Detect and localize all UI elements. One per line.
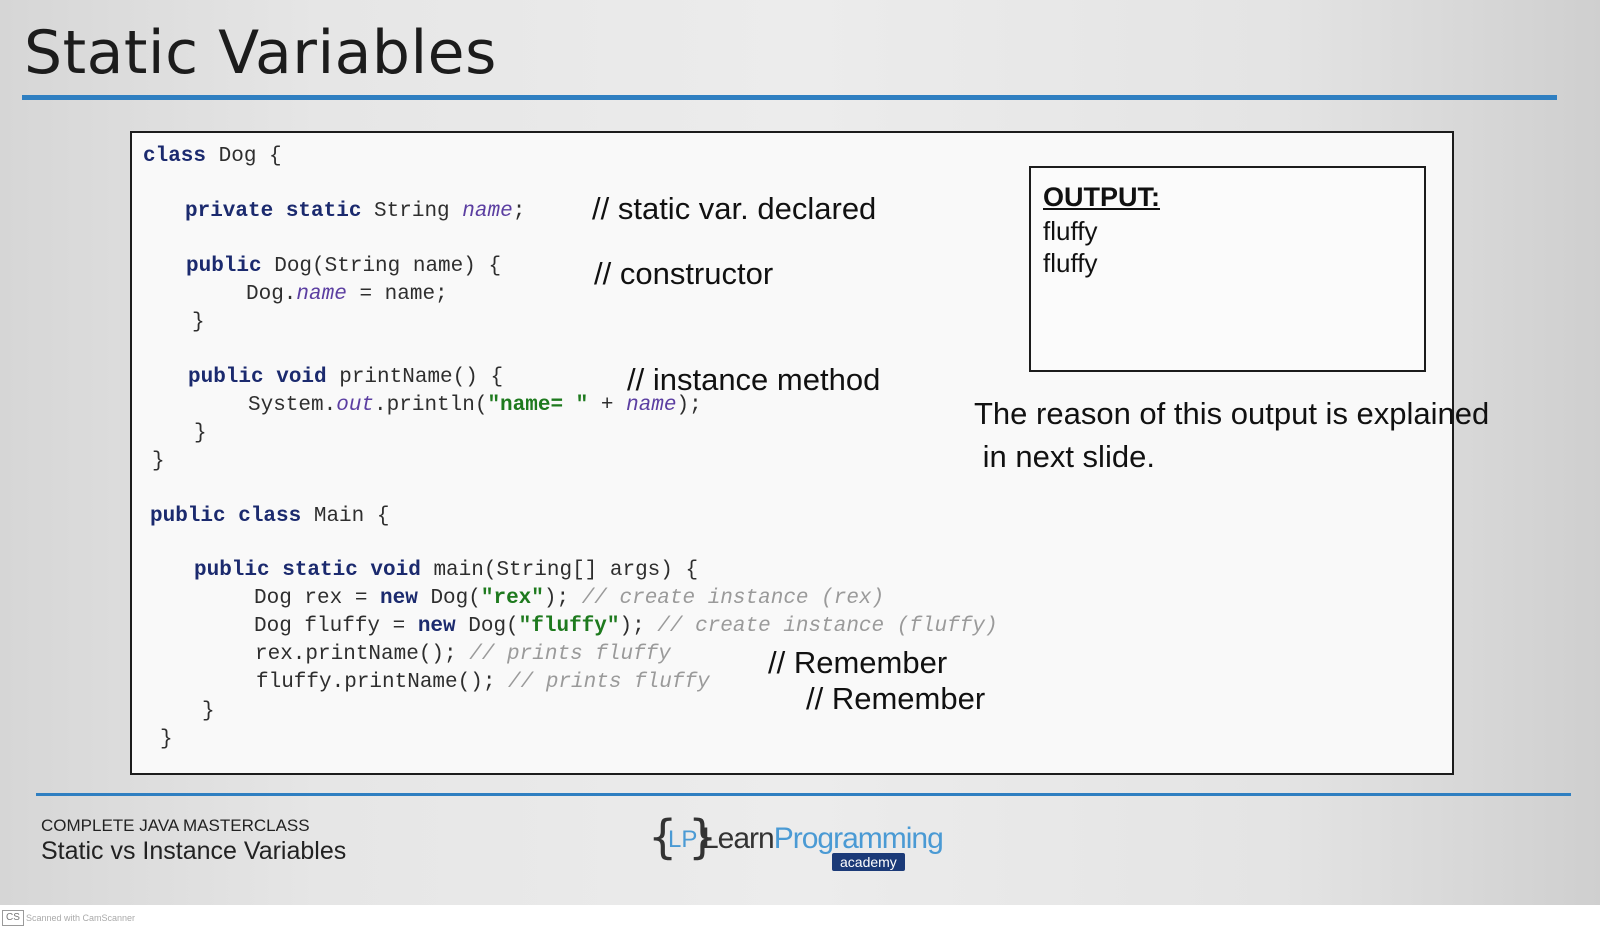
code-keyword: public xyxy=(186,255,262,278)
code-keyword: public class xyxy=(150,505,302,528)
logo-academy: academy xyxy=(832,853,905,871)
note-constructor: // constructor xyxy=(594,256,774,291)
code-text: } xyxy=(194,422,207,445)
code-line: public class Main { xyxy=(150,503,389,531)
code-text: fluffy.printName(); xyxy=(256,671,509,694)
code-field: name xyxy=(296,283,347,306)
learn-programming-logo: { LP } LearnProgramming academy xyxy=(648,810,944,874)
code-comment: // prints fluffy xyxy=(469,643,671,666)
footer-divider xyxy=(36,793,1571,796)
output-line: fluffy xyxy=(1043,248,1098,278)
code-text: Dog rex = xyxy=(254,587,381,610)
course-name: COMPLETE JAVA MASTERCLASS xyxy=(41,816,310,835)
code-text: Dog { xyxy=(206,145,282,168)
code-text: String xyxy=(361,200,463,223)
scanner-watermark: Scanned with CamScanner xyxy=(26,913,136,923)
output-title: OUTPUT: xyxy=(1043,182,1160,212)
explanation-line: The reason of this output is explained xyxy=(974,396,1490,431)
code-text: main(String[] args) { xyxy=(420,559,699,582)
code-comment: // prints fluffy xyxy=(508,671,710,694)
scanner-footer: CS Scanned with CamScanner xyxy=(0,905,1600,932)
code-line: Dog rex = new Dog("rex"); // create inst… xyxy=(254,585,884,613)
note-remember: // Remember xyxy=(806,681,986,716)
code-text: } xyxy=(202,700,215,723)
code-text: printName() { xyxy=(326,366,504,389)
output-panel: OUTPUT: fluffy fluffy xyxy=(1029,166,1426,372)
lecture-topic: Static vs Instance Variables xyxy=(41,837,347,865)
code-field: name xyxy=(462,200,513,223)
camscanner-icon: CS xyxy=(2,910,24,926)
slide-title: Static Variables xyxy=(24,18,497,88)
logo-programming: Programming xyxy=(773,822,944,855)
code-line: } xyxy=(160,726,173,754)
code-line: Dog.name = name; xyxy=(246,281,448,309)
code-line: } xyxy=(152,448,165,476)
title-divider xyxy=(22,95,1557,100)
code-line: class Dog { xyxy=(143,143,282,171)
code-line: public Dog(String name) { xyxy=(186,253,501,281)
code-keyword: new xyxy=(417,615,456,638)
code-line: rex.printName(); // prints fluffy xyxy=(255,641,671,669)
code-comment: // create instance (rex) xyxy=(581,587,885,610)
code-line: public static void main(String[] args) { xyxy=(194,557,698,585)
code-line: } xyxy=(192,309,205,337)
code-keyword: public void xyxy=(188,366,327,389)
logo-learn: Learn xyxy=(702,822,775,855)
code-line: } xyxy=(194,420,207,448)
code-line: } xyxy=(202,698,215,726)
code-text: Dog( xyxy=(455,615,519,638)
note-static-var: // static var. declared xyxy=(592,191,877,226)
note-instance-method: // instance method xyxy=(627,362,881,397)
code-text: Dog. xyxy=(246,283,297,306)
code-keyword: private static xyxy=(185,200,362,223)
code-line: fluffy.printName(); // prints fluffy xyxy=(256,669,710,697)
code-keyword: class xyxy=(143,145,207,168)
code-text: rex.printName(); xyxy=(255,643,470,666)
code-text: } xyxy=(152,450,165,473)
code-line: private static String name; xyxy=(185,198,525,226)
code-line: public void printName() { xyxy=(188,364,503,392)
code-text: ); xyxy=(543,587,582,610)
code-keyword: public static void xyxy=(194,559,421,582)
code-string: "rex" xyxy=(480,587,544,610)
code-text: + xyxy=(588,394,627,417)
note-remember: // Remember xyxy=(768,645,948,680)
code-text: ; xyxy=(512,200,526,223)
code-text: Dog fluffy = xyxy=(254,615,418,638)
code-text: } xyxy=(160,728,173,751)
slide: Static Variables class Dog { private sta… xyxy=(0,0,1600,905)
code-string: "fluffy" xyxy=(518,615,620,638)
explanation-line: in next slide. xyxy=(974,439,1155,474)
code-text: = name; xyxy=(346,283,448,306)
logo-wordmark: LearnProgramming xyxy=(702,822,944,856)
code-field: out xyxy=(336,394,375,417)
code-string: "name= " xyxy=(487,394,589,417)
code-text: } xyxy=(192,311,205,334)
code-text: ); xyxy=(619,615,658,638)
code-comment: // create instance (fluffy) xyxy=(657,615,998,638)
code-text: System. xyxy=(248,394,337,417)
code-text: .println( xyxy=(374,394,488,417)
explanation-text: The reason of this output is explained i… xyxy=(974,392,1534,478)
output-line: fluffy xyxy=(1043,216,1098,246)
code-text: Main { xyxy=(301,505,390,528)
code-text: Dog( xyxy=(417,587,481,610)
code-line: Dog fluffy = new Dog("fluffy"); // creat… xyxy=(254,613,998,641)
code-keyword: new xyxy=(380,587,418,610)
code-text: Dog(String name) { xyxy=(261,255,502,278)
